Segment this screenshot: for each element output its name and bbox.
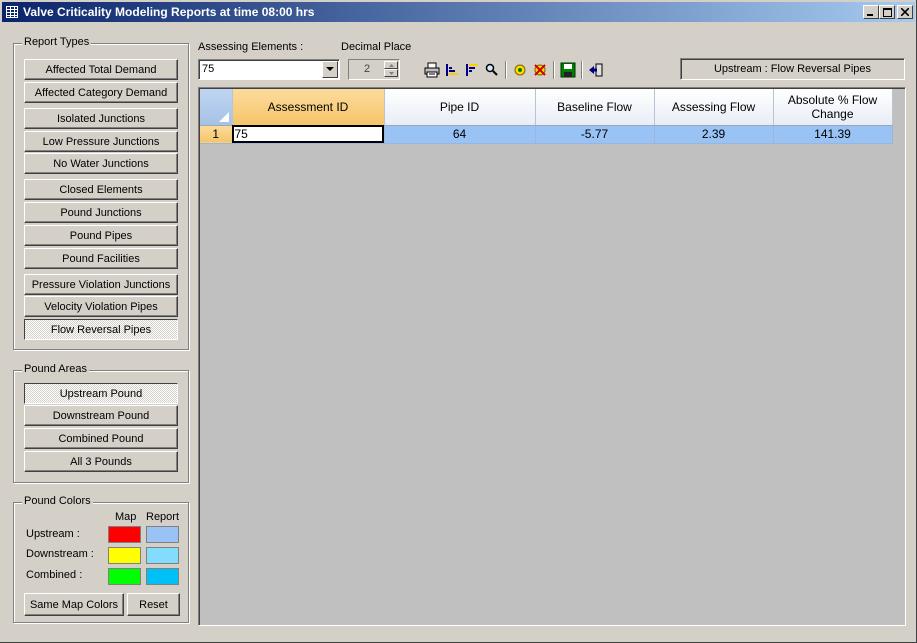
grid-corner-selector[interactable] <box>200 89 233 126</box>
sort-ascending-icon <box>446 64 458 76</box>
pound-colors-legend: Pound Colors <box>22 495 93 507</box>
combined-pound-button[interactable]: Combined Pound <box>24 428 178 449</box>
locate-button[interactable] <box>510 60 530 80</box>
row-header[interactable]: 1 <box>200 125 233 144</box>
all-3-pounds-button[interactable]: All 3 Pounds <box>24 451 178 472</box>
spin-up-icon <box>388 63 394 67</box>
find-button[interactable] <box>482 60 502 80</box>
sort-descending-button[interactable] <box>462 60 482 80</box>
pound-areas-legend: Pound Areas <box>22 363 89 375</box>
select-all-icon <box>218 111 229 122</box>
baseline-flow-cell[interactable]: -5.77 <box>535 125 655 144</box>
affected-category-demand-button[interactable]: Affected Category Demand <box>24 82 178 103</box>
maximize-icon <box>882 7 892 17</box>
assessment-id-cell[interactable]: 75 <box>232 125 385 144</box>
print-icon <box>424 62 440 78</box>
report-grid[interactable]: Assessment ID Pipe ID Baseline Flow Asse… <box>198 87 906 626</box>
assessing-elements-dropdown[interactable]: 75 <box>198 59 340 80</box>
combined-report-color-swatch[interactable] <box>146 568 179 585</box>
report-window: Valve Criticality Modeling Reports at ti… <box>0 0 917 643</box>
pound-pipes-button[interactable]: Pound Pipes <box>24 225 178 246</box>
report-column-header: Report <box>146 511 180 523</box>
upstream-color-label: Upstream : <box>26 528 80 540</box>
column-header-assessment-id[interactable]: Assessment ID <box>232 89 385 126</box>
pressure-violation-junctions-button[interactable]: Pressure Violation Junctions <box>24 274 178 295</box>
affected-total-demand-button[interactable]: Affected Total Demand <box>24 59 178 80</box>
minimize-button[interactable] <box>863 5 879 19</box>
save-button[interactable] <box>558 60 578 80</box>
assessing-elements-value: 75 <box>202 63 215 75</box>
exit-icon <box>589 63 603 77</box>
pipe-id-cell[interactable]: 64 <box>384 125 536 144</box>
window-title: Valve Criticality Modeling Reports at ti… <box>23 5 315 19</box>
downstream-pound-button[interactable]: Downstream Pound <box>24 405 178 426</box>
report-types-group: Report Types Affected Total Demand Affec… <box>13 36 189 350</box>
upstream-map-color-swatch[interactable] <box>108 526 141 543</box>
close-icon <box>901 8 909 16</box>
downstream-color-label: Downstream : <box>26 548 94 560</box>
pound-colors-group: Pound Colors Map Report Upstream : Downs… <box>13 495 189 623</box>
downstream-map-color-swatch[interactable] <box>108 547 141 564</box>
locate-icon <box>514 64 526 76</box>
sort-ascending-button[interactable] <box>442 60 462 80</box>
closed-elements-button[interactable]: Closed Elements <box>24 179 178 200</box>
decimal-place-value: 2 <box>363 63 371 75</box>
upstream-report-color-swatch[interactable] <box>146 526 179 543</box>
pound-areas-group: Pound Areas Upstream Pound Downstream Po… <box>13 363 189 483</box>
column-header-assessing-flow[interactable]: Assessing Flow <box>654 89 774 126</box>
absolute-flow-change-cell[interactable]: 141.39 <box>773 125 893 144</box>
assessing-elements-label: Assessing Elements : <box>198 41 304 53</box>
pound-junctions-button[interactable]: Pound Junctions <box>24 202 178 223</box>
column-header-pipe-id[interactable]: Pipe ID <box>384 89 536 126</box>
decimal-place-label: Decimal Place <box>341 41 412 53</box>
report-status-box: Upstream : Flow Reversal Pipes <box>680 58 905 80</box>
report-types-legend: Report Types <box>22 36 92 48</box>
decimal-place-spinner[interactable]: 2 <box>348 59 400 80</box>
downstream-report-color-swatch[interactable] <box>146 547 179 564</box>
find-icon <box>485 63 498 76</box>
reset-colors-button[interactable]: Reset <box>127 593 180 616</box>
spin-down-button[interactable] <box>384 69 398 77</box>
chevron-down-icon <box>326 67 334 71</box>
low-pressure-junctions-button[interactable]: Low Pressure Junctions <box>24 131 178 152</box>
combined-map-color-swatch[interactable] <box>108 568 141 585</box>
maximize-button[interactable] <box>879 5 895 19</box>
title-bar: Valve Criticality Modeling Reports at ti… <box>2 2 915 22</box>
column-header-baseline-flow[interactable]: Baseline Flow <box>535 89 655 126</box>
print-button[interactable] <box>422 60 442 80</box>
dropdown-arrow-button[interactable] <box>322 61 338 78</box>
same-map-colors-button[interactable]: Same Map Colors <box>24 593 124 616</box>
clear-locate-button[interactable] <box>530 60 550 80</box>
spin-up-button[interactable] <box>384 61 398 69</box>
column-header-absolute-flow-change[interactable]: Absolute % Flow Change <box>773 89 893 126</box>
velocity-violation-pipes-button[interactable]: Velocity Violation Pipes <box>24 296 178 317</box>
isolated-junctions-button[interactable]: Isolated Junctions <box>24 108 178 129</box>
toolbar-separator <box>553 61 555 79</box>
minimize-icon <box>867 14 873 16</box>
toolbar-separator <box>505 61 507 79</box>
spin-down-icon <box>388 71 394 75</box>
toolbar-separator <box>581 61 583 79</box>
sort-descending-icon <box>466 64 478 76</box>
report-status-text: Upstream : Flow Reversal Pipes <box>713 63 872 75</box>
map-column-header: Map <box>115 511 137 523</box>
report-toolbar <box>422 60 606 80</box>
grid-app-icon <box>6 6 18 18</box>
no-water-junctions-button[interactable]: No Water Junctions <box>24 153 178 174</box>
flow-reversal-pipes-button[interactable]: Flow Reversal Pipes <box>24 319 178 340</box>
save-icon <box>560 62 576 78</box>
pound-facilities-button[interactable]: Pound Facilities <box>24 248 178 269</box>
upstream-pound-button[interactable]: Upstream Pound <box>24 383 178 404</box>
assessing-flow-cell[interactable]: 2.39 <box>654 125 774 144</box>
report-table: Assessment ID Pipe ID Baseline Flow Asse… <box>200 89 893 144</box>
close-button[interactable] <box>897 5 913 19</box>
table-row[interactable]: 1 75 64 -5.77 2.39 141.39 <box>200 125 893 144</box>
clear-locate-icon <box>534 64 546 76</box>
combined-color-label: Combined : <box>26 569 83 581</box>
exit-button[interactable] <box>586 60 606 80</box>
